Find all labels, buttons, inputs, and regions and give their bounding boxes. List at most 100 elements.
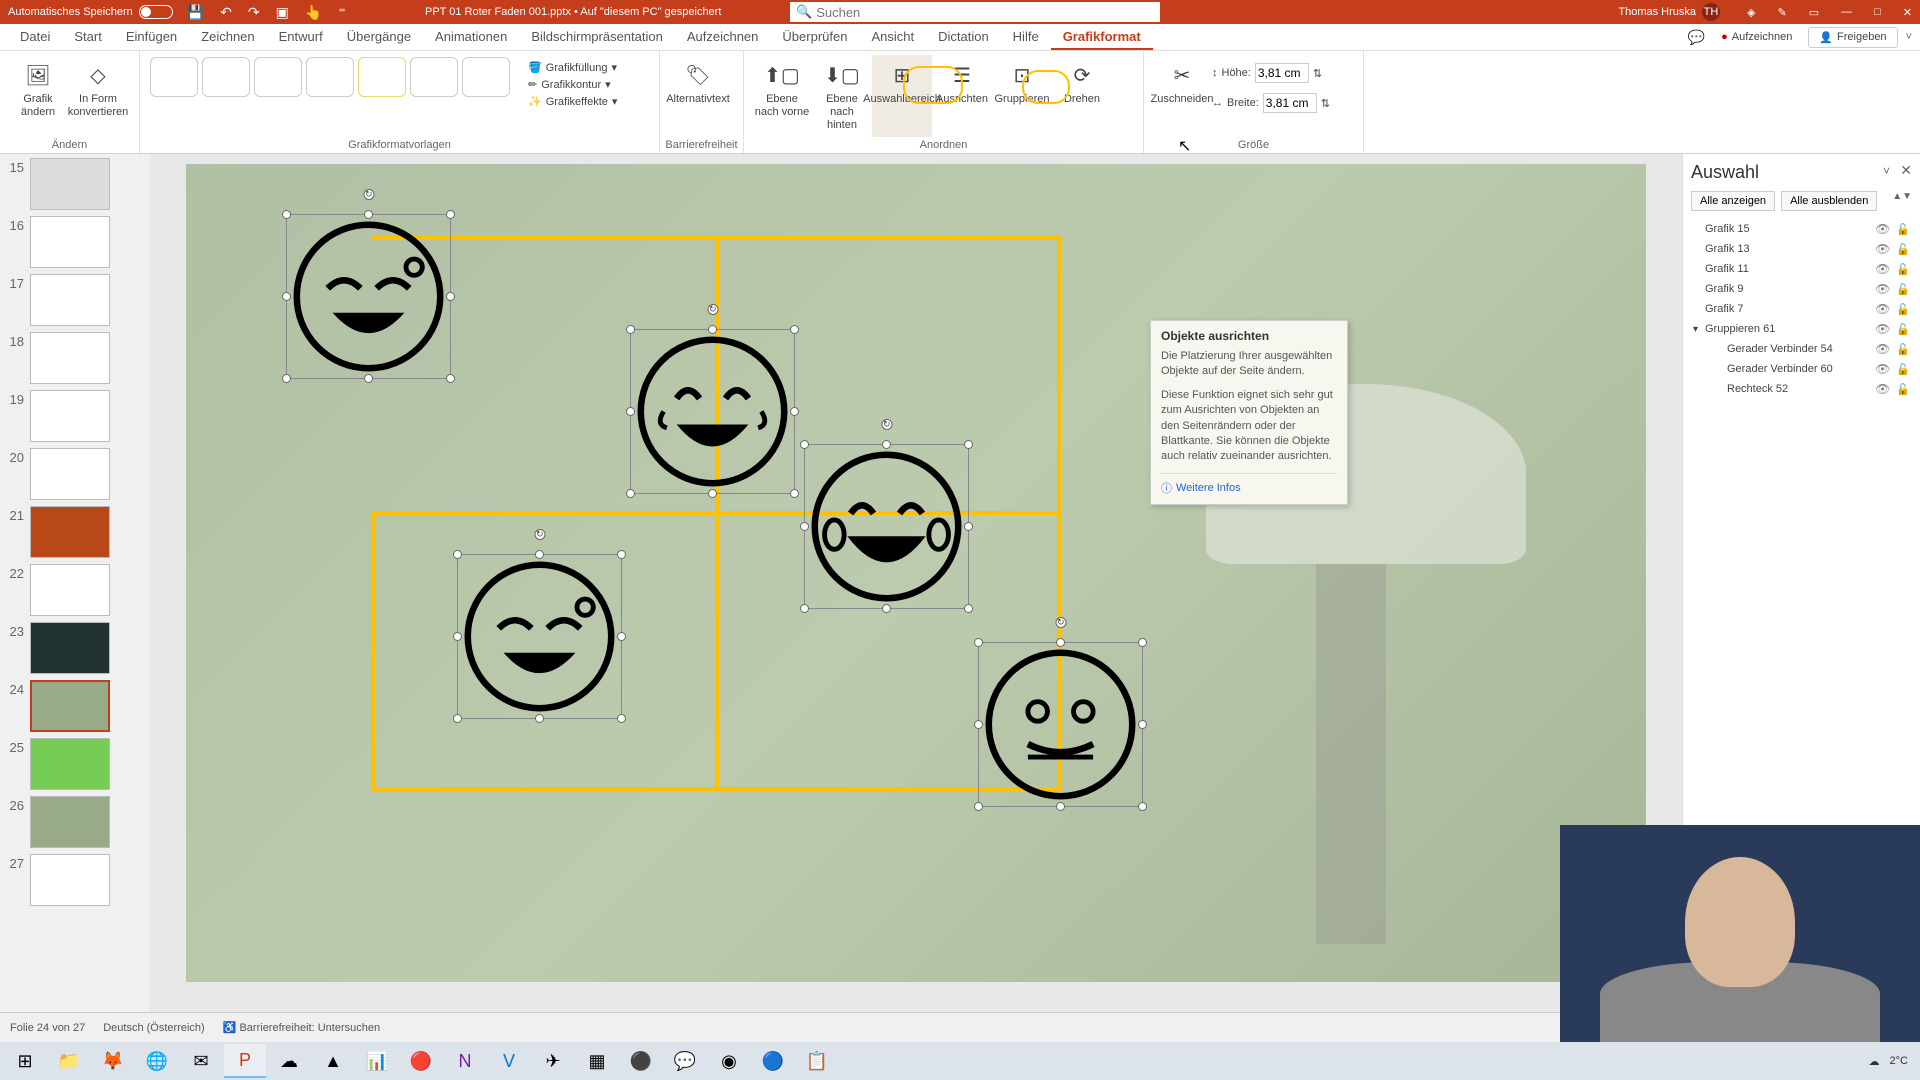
start-button[interactable]: ⊞	[4, 1044, 46, 1078]
comments-icon[interactable]: 💬	[1688, 29, 1705, 46]
selection-item[interactable]: Rechteck 52👁🔓	[1691, 379, 1912, 399]
style-preset[interactable]	[306, 57, 354, 97]
rotate-handle[interactable]	[363, 189, 374, 200]
selection-item[interactable]: Grafik 7👁🔓	[1691, 299, 1912, 319]
tab-ueberpruefen[interactable]: Überprüfen	[770, 24, 859, 50]
visibility-icon[interactable]: 👁	[1875, 302, 1890, 316]
lock-icon[interactable]: 🔓	[1896, 343, 1910, 356]
resize-handle[interactable]	[617, 550, 626, 559]
tab-bildschirmpraesentation[interactable]: Bildschirmpräsentation	[519, 24, 675, 50]
align-button[interactable]: ☰Ausrichten	[932, 55, 992, 137]
resize-handle[interactable]	[882, 604, 891, 613]
convert-to-shape-button[interactable]: ◇In Form konvertieren	[68, 55, 128, 123]
width-control[interactable]: ↔Breite:⇅	[1212, 91, 1330, 115]
style-preset[interactable]	[150, 57, 198, 97]
resize-handle[interactable]	[535, 550, 544, 559]
touch-icon[interactable]: 👆	[305, 4, 322, 21]
coming-soon-icon[interactable]: ◈	[1747, 6, 1755, 19]
thumb-27[interactable]: 27	[4, 854, 146, 906]
search-box[interactable]: 🔍	[790, 2, 1160, 22]
resize-handle[interactable]	[800, 440, 809, 449]
close-icon[interactable]: ✕	[1903, 6, 1912, 19]
resize-handle[interactable]	[1056, 802, 1065, 811]
selection-item[interactable]: Grafik 9👁🔓	[1691, 279, 1912, 299]
lock-icon[interactable]: 🔓	[1896, 223, 1910, 236]
taskbar[interactable]: ⊞ 📁 🦊 🌐 ✉ P ☁ ▲ 📊 🔴 N V ✈ ▦ ⚫ 💬 ◉ 🔵 📋 ☁ …	[0, 1042, 1920, 1080]
rotate-handle[interactable]	[534, 529, 545, 540]
thumb-15[interactable]: 15	[4, 158, 146, 210]
tab-dictation[interactable]: Dictation	[926, 24, 1001, 50]
resize-handle[interactable]	[617, 714, 626, 723]
app-icon[interactable]: ▦	[576, 1044, 618, 1078]
undo-icon[interactable]: ↶	[220, 4, 232, 21]
lock-icon[interactable]: 🔓	[1896, 263, 1910, 276]
height-input[interactable]	[1255, 63, 1309, 83]
thumb-20[interactable]: 20	[4, 448, 146, 500]
smiley-shape[interactable]	[286, 214, 451, 379]
record-button[interactable]: ●Aufzeichnen	[1713, 29, 1800, 45]
app-icon[interactable]: 📊	[356, 1044, 398, 1078]
tab-zeichnen[interactable]: Zeichnen	[189, 24, 266, 50]
resize-handle[interactable]	[446, 374, 455, 383]
visibility-icon[interactable]: 👁	[1875, 362, 1890, 376]
resize-handle[interactable]	[453, 714, 462, 723]
rotate-handle[interactable]	[881, 419, 892, 430]
thumb-16[interactable]: 16	[4, 216, 146, 268]
visibility-icon[interactable]: 👁	[1875, 382, 1890, 396]
expand-icon[interactable]: ▾	[1693, 324, 1705, 335]
resize-handle[interactable]	[800, 604, 809, 613]
selection-item[interactable]: ▾Gruppieren 61👁🔓	[1691, 319, 1912, 339]
graphic-outline-button[interactable]: ✏Grafikkontur▾	[528, 76, 617, 93]
close-pane-icon[interactable]: ✕	[1900, 162, 1912, 179]
resize-handle[interactable]	[790, 407, 799, 416]
resize-handle[interactable]	[282, 374, 291, 383]
thumb-25[interactable]: 25	[4, 738, 146, 790]
qat-more-icon[interactable]: ⁼	[338, 4, 345, 21]
resize-handle[interactable]	[364, 374, 373, 383]
obs-icon[interactable]: ⚫	[620, 1044, 662, 1078]
tab-animationen[interactable]: Animationen	[423, 24, 519, 50]
resize-handle[interactable]	[964, 604, 973, 613]
thumb-19[interactable]: 19	[4, 390, 146, 442]
share-button[interactable]: 👤Freigeben	[1808, 27, 1897, 48]
tab-uebergaenge[interactable]: Übergänge	[335, 24, 423, 50]
visibility-icon[interactable]: 👁	[1875, 282, 1890, 296]
app-icon[interactable]: ☁	[268, 1044, 310, 1078]
app-icon[interactable]: 💬	[664, 1044, 706, 1078]
resize-handle[interactable]	[964, 522, 973, 531]
document-title[interactable]: PPT 01 Roter Faden 001.pptx • Auf "diese…	[425, 6, 721, 18]
resize-handle[interactable]	[708, 325, 717, 334]
telegram-icon[interactable]: ✈	[532, 1044, 574, 1078]
system-tray[interactable]: ☁ 2°C	[1869, 1055, 1916, 1068]
width-input[interactable]	[1263, 93, 1317, 113]
lock-icon[interactable]: 🔓	[1896, 323, 1910, 336]
graphic-effects-button[interactable]: ✨Grafikeffekte▾	[528, 93, 617, 110]
slide-thumbnails[interactable]: 15 16 17 18 19 20 21 22 23 24 25 26 27	[0, 154, 150, 1012]
tab-grafikformat[interactable]: Grafikformat	[1051, 24, 1153, 50]
ribbon-mode-icon[interactable]: ▭	[1809, 6, 1819, 19]
resize-handle[interactable]	[974, 638, 983, 647]
hide-all-button[interactable]: Alle ausblenden	[1781, 191, 1877, 211]
graphic-fill-button[interactable]: 🪣Grafikfüllung▾	[528, 59, 617, 76]
resize-handle[interactable]	[1138, 720, 1147, 729]
visibility-icon[interactable]: 👁	[1875, 342, 1890, 356]
height-control[interactable]: ↕Höhe:⇅	[1212, 61, 1330, 85]
style-preset[interactable]	[410, 57, 458, 97]
selection-item[interactable]: Grafik 15👁🔓	[1691, 219, 1912, 239]
group-button[interactable]: ⊡Gruppieren	[992, 55, 1052, 137]
chrome-icon[interactable]: 🌐	[136, 1044, 178, 1078]
selection-pane-button[interactable]: ⊞Auswahlbereich	[872, 55, 932, 137]
user-avatar[interactable]: TH	[1702, 3, 1720, 21]
onenote-icon[interactable]: N	[444, 1044, 486, 1078]
lock-icon[interactable]: 🔓	[1896, 243, 1910, 256]
thumb-17[interactable]: 17	[4, 274, 146, 326]
smiley-shape[interactable]	[630, 329, 795, 494]
shape-style-gallery[interactable]	[148, 55, 528, 114]
weather-icon[interactable]: ☁	[1869, 1055, 1880, 1068]
lock-icon[interactable]: 🔓	[1896, 303, 1910, 316]
slide[interactable]	[186, 164, 1646, 982]
style-preset[interactable]	[254, 57, 302, 97]
resize-handle[interactable]	[882, 440, 891, 449]
resize-handle[interactable]	[974, 720, 983, 729]
temperature[interactable]: 2°C	[1890, 1055, 1908, 1067]
